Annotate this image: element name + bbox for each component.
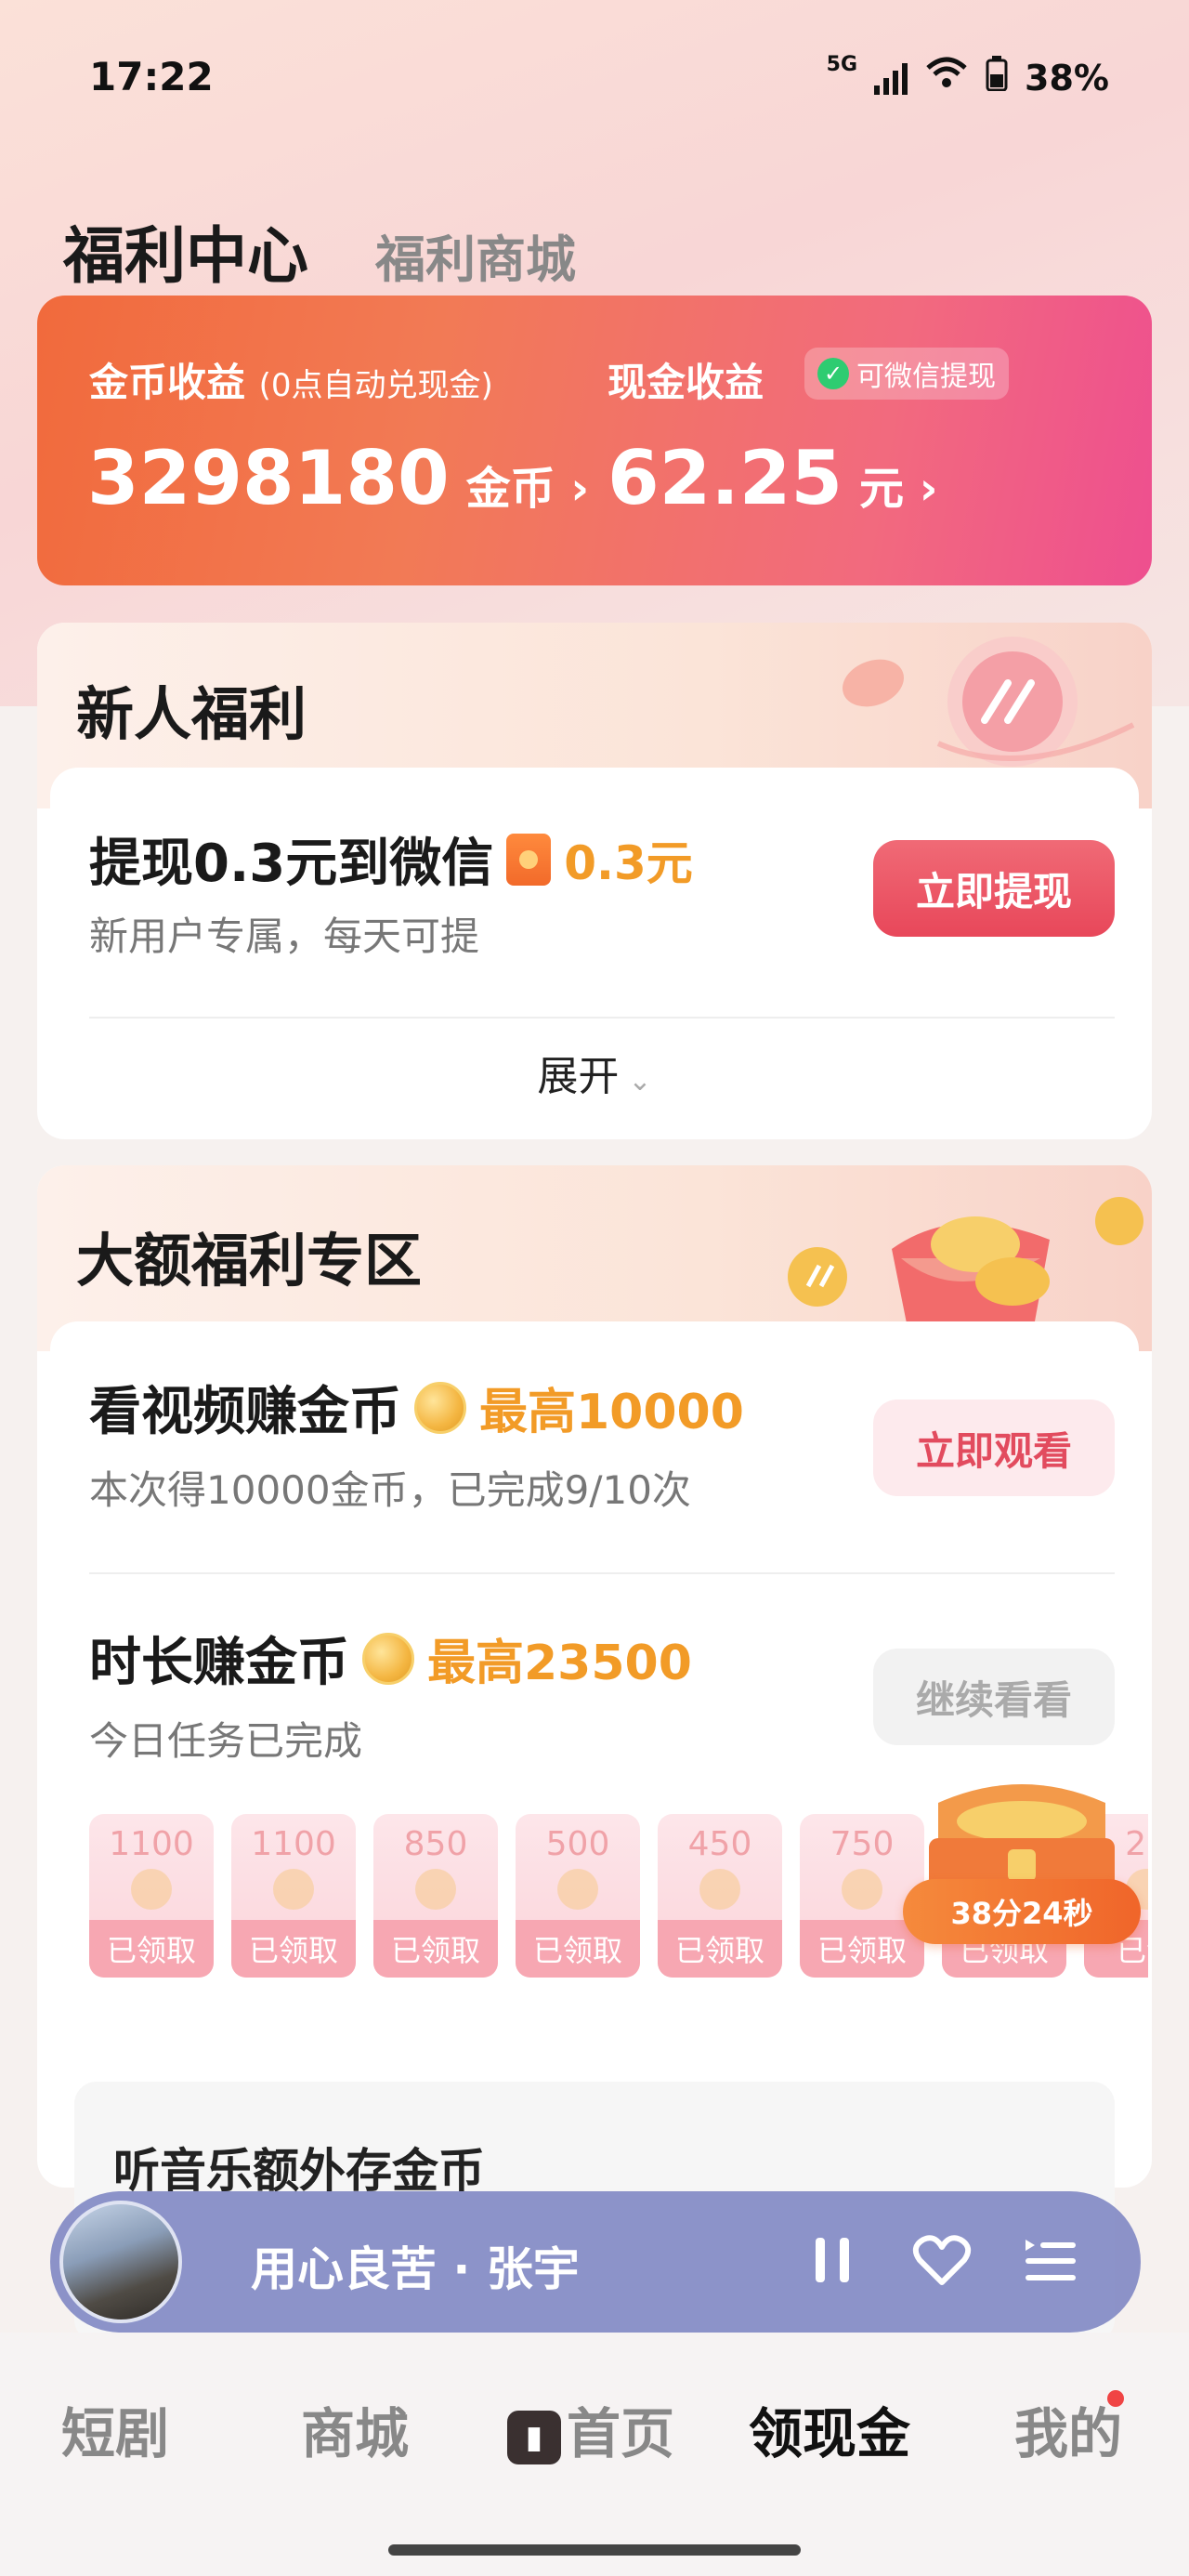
cash-earnings-label: 现金收益: [608, 360, 764, 405]
nav-mall[interactable]: 商城: [301, 2390, 409, 2468]
tab-welfare-center[interactable]: 福利中心: [63, 206, 308, 296]
system-icons: 5G 38%: [826, 53, 1109, 99]
reward-slot[interactable]: 1100 已领取: [231, 1814, 356, 1978]
newbie-section: 新人福利 提现0.3元到微信 0.3元 新用户专属，每天可提 立即提现 展开 ⌄: [37, 623, 1152, 1139]
divider: [89, 1572, 1115, 1574]
soundwave-icon: ▮: [507, 2410, 561, 2464]
pause-icon[interactable]: [812, 2234, 853, 2299]
bottom-navigation: 短剧 商城 ▮ 首页 领现金 我的: [0, 2333, 1189, 2576]
slot-amount: 750: [830, 1825, 895, 1863]
withdraw-reward: 0.3元: [564, 835, 693, 890]
newbie-task-card: 提现0.3元到微信 0.3元 新用户专属，每天可提 立即提现 展开 ⌄: [50, 768, 1139, 1126]
slot-status: 已领取: [231, 1920, 356, 1978]
chevron-down-icon: ⌄: [628, 1065, 652, 1097]
tab-welfare-mall[interactable]: 福利商城: [375, 218, 576, 292]
check-icon: ✓: [817, 358, 849, 389]
coin-icon: [699, 1869, 740, 1910]
video-reward: 最高10000: [479, 1385, 744, 1440]
big-welfare-title: 大额福利专区: [76, 1227, 423, 1295]
earnings-card: 金币收益 (0点自动兑现金) 现金收益 ✓ 可微信提现 3298180 金币 › 6…: [37, 296, 1152, 585]
heart-icon[interactable]: [912, 2234, 972, 2301]
notification-dot: [1107, 2390, 1124, 2407]
status-time: 17:22: [89, 54, 214, 99]
newbie-title: 新人福利: [76, 680, 307, 748]
playlist-icon[interactable]: [1022, 2234, 1078, 2299]
withdraw-task-text: 提现0.3元到微信: [89, 834, 494, 894]
signal-icon: [874, 61, 908, 95]
duration-task-subtitle: 今日任务已完成: [89, 1718, 363, 1764]
reward-slot[interactable]: 850 已领取: [373, 1814, 498, 1978]
cash-balance[interactable]: 62.25 元 ›: [608, 435, 938, 521]
nav-home[interactable]: ▮ 首页: [507, 2390, 674, 2468]
withdraw-task-subtitle: 新用户专属，每天可提: [89, 913, 480, 959]
duration-task-title: 时长赚金币 最高23500: [89, 1621, 692, 1696]
red-packet-icon: [506, 833, 552, 886]
divider: [89, 1017, 1115, 1019]
reward-slot[interactable]: 450 已领取: [658, 1814, 782, 1978]
expand-label: 展开: [537, 1053, 620, 1100]
battery-icon: [986, 56, 1008, 99]
coin-icon: [842, 1869, 882, 1910]
coin-icon: [273, 1869, 314, 1910]
wechat-badge-text: 可微信提现: [856, 361, 996, 393]
countdown-timer[interactable]: 38分24秒: [903, 1879, 1141, 1944]
video-task-subtitle: 本次得10000金币，已完成9/10次: [89, 1467, 691, 1513]
slot-amount: 850: [403, 1825, 468, 1863]
nav-cash[interactable]: 领现金: [749, 2390, 910, 2468]
coin-icon: [415, 1869, 456, 1910]
coin-balance[interactable]: 3298180 金币 ›: [87, 435, 589, 521]
mini-player[interactable]: 用心良苦 · 张宇: [50, 2191, 1141, 2333]
coin-label-text: 金币收益: [89, 360, 246, 405]
nav-home-label: 首页: [567, 2402, 675, 2465]
slot-status: 已领取: [373, 1920, 498, 1978]
coin-unit: 金币 ›: [465, 463, 590, 515]
song-title: 用心良苦 · 张宇: [251, 2242, 580, 2296]
expand-button[interactable]: 展开 ⌄: [50, 1043, 1139, 1102]
withdraw-task-title: 提现0.3元到微信 0.3元: [89, 821, 693, 897]
cash-value: 62.25: [608, 435, 843, 521]
duration-reward: 最高23500: [427, 1636, 692, 1691]
coin-icon: [414, 1381, 466, 1434]
coin-icon: [131, 1869, 172, 1910]
battery-level: 38%: [1025, 57, 1109, 99]
coin-label-sub: (0点自动兑现金): [258, 367, 493, 404]
video-task-text: 看视频赚金币: [89, 1382, 401, 1442]
slot-amount: 1100: [251, 1825, 336, 1863]
coin-icon: [362, 1632, 414, 1685]
slot-status: 已领取: [89, 1920, 214, 1978]
nav-short-drama[interactable]: 短剧: [61, 2390, 169, 2468]
slot-amount: 500: [545, 1825, 610, 1863]
slot-amount: 1100: [109, 1825, 194, 1863]
home-indicator[interactable]: [388, 2544, 801, 2556]
slot-amount: 450: [687, 1825, 752, 1863]
reward-slot[interactable]: 1100 已领取: [89, 1814, 214, 1978]
reward-slot[interactable]: 500 已领取: [516, 1814, 640, 1978]
big-task-card: 看视频赚金币 最高10000 本次得10000金币，已完成9/10次 立即观看 …: [50, 1321, 1148, 2176]
coin-earnings-label: 金币收益 (0点自动兑现金): [89, 351, 493, 408]
continue-watching-button[interactable]: 继续看看: [873, 1649, 1115, 1745]
big-welfare-section: 大额福利专区 看视频赚金币 最高10000 本次得10000金币，已完成9/10…: [37, 1165, 1152, 2188]
slot-status: 已领取: [516, 1920, 640, 1978]
cash-unit: 元 ›: [859, 463, 938, 515]
network-label: 5G: [826, 53, 858, 76]
watch-now-button[interactable]: 立即观看: [873, 1400, 1115, 1496]
header-tabs: 福利中心 福利商城: [63, 206, 576, 296]
withdraw-now-button[interactable]: 立即提现: [873, 840, 1115, 937]
slot-status: 已领取: [658, 1920, 782, 1978]
coin-value: 3298180: [87, 435, 450, 521]
wifi-icon: [924, 57, 969, 99]
status-bar: 17:22 5G 38%: [0, 0, 1189, 158]
wechat-withdraw-badge: ✓ 可微信提现: [804, 348, 1009, 400]
coin-icon: [557, 1869, 598, 1910]
duration-task-text: 时长赚金币: [89, 1633, 349, 1693]
nav-me[interactable]: 我的: [1014, 2390, 1122, 2468]
slot-status: 已领取: [800, 1920, 924, 1978]
video-task-title: 看视频赚金币 最高10000: [89, 1370, 744, 1445]
album-cover[interactable]: [59, 2201, 182, 2323]
